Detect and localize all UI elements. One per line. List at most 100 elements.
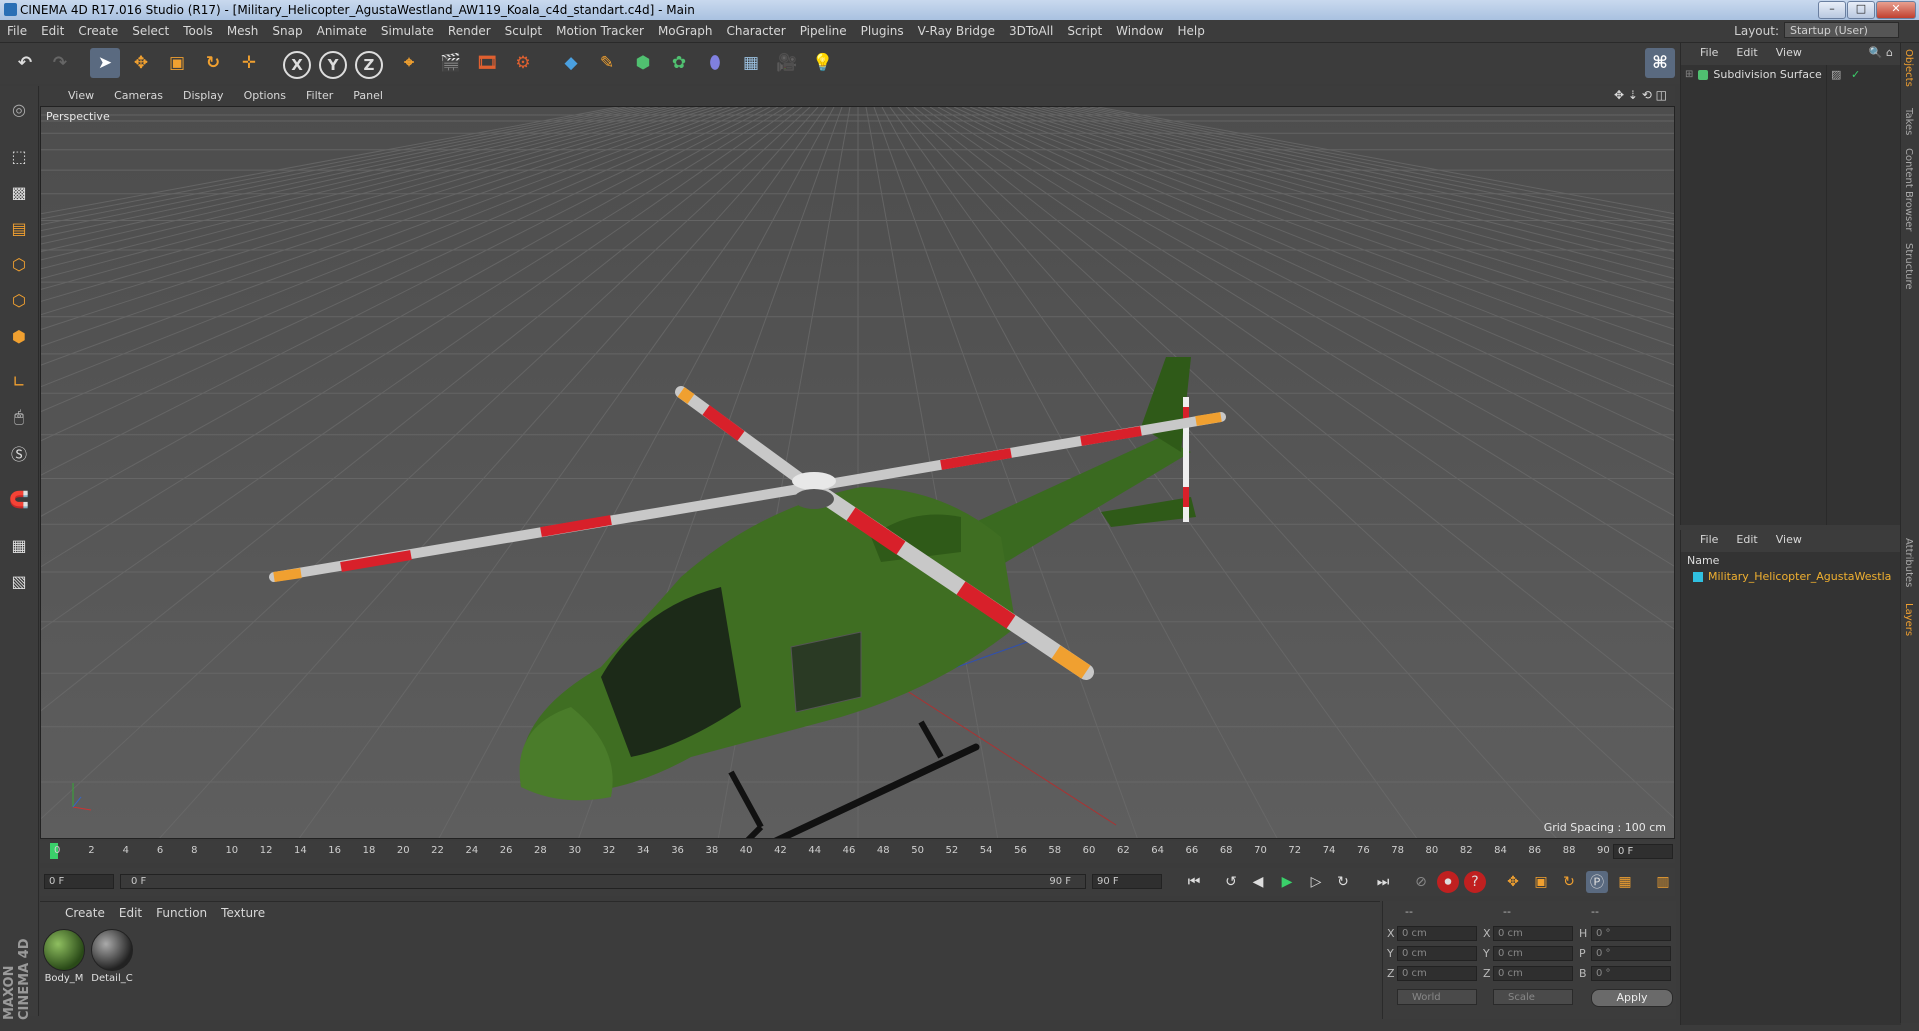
layer-menu-file[interactable]: File xyxy=(1691,530,1727,550)
key-pla-icon[interactable]: ▦ xyxy=(1614,871,1636,893)
undo-icon[interactable]: ↶ xyxy=(10,48,40,78)
menu-plugins[interactable]: Plugins xyxy=(854,20,911,42)
menu-simulate[interactable]: Simulate xyxy=(374,20,441,42)
render-picture-viewer-icon[interactable]: 🎞 xyxy=(472,48,502,78)
previous-frame-icon[interactable]: ◀ xyxy=(1247,871,1269,893)
workplane-mode-icon[interactable]: ▤ xyxy=(4,213,34,243)
layer-menu-view[interactable]: View xyxy=(1767,530,1811,550)
model-mode-icon[interactable]: ⬚ xyxy=(4,141,34,171)
key-scale-icon[interactable]: ▣ xyxy=(1530,871,1552,893)
expand-icon[interactable]: ⊞ xyxy=(1685,69,1693,80)
menu-snap[interactable]: Snap xyxy=(265,20,309,42)
vp-menu-view[interactable]: View xyxy=(58,86,104,106)
deformer-icon[interactable]: ⬮ xyxy=(700,48,730,78)
tab-layers[interactable]: Layers xyxy=(1903,603,1914,636)
enabled-check-icon[interactable]: ✓ xyxy=(1851,68,1860,81)
record-keys-icon[interactable]: ⊘ xyxy=(1410,871,1432,893)
coordinate-system-icon[interactable]: ⌖ xyxy=(394,48,424,78)
cube-primitive-icon[interactable]: ◆ xyxy=(556,48,586,78)
menu-vray-bridge[interactable]: V-Ray Bridge xyxy=(911,20,1002,42)
goto-end-icon[interactable]: ⏭ xyxy=(1372,871,1394,893)
rotation-p-field[interactable]: 0 ° xyxy=(1591,946,1671,961)
menu-3dtoall[interactable]: 3DToAll xyxy=(1002,20,1060,42)
mat-menu-texture[interactable]: Texture xyxy=(214,902,272,924)
tab-attributes[interactable]: Attributes xyxy=(1903,538,1914,587)
menu-script[interactable]: Script xyxy=(1060,20,1109,42)
mat-menu-function[interactable]: Function xyxy=(149,902,214,924)
obj-menu-view[interactable]: View xyxy=(1767,43,1811,63)
points-mode-icon[interactable]: ⬡ xyxy=(4,249,34,279)
visibility-toggle-icon[interactable]: ▨ xyxy=(1831,68,1841,81)
menu-tools[interactable]: Tools xyxy=(176,20,220,42)
select-tool-icon[interactable]: ➤ xyxy=(90,48,120,78)
menu-render[interactable]: Render xyxy=(441,20,498,42)
render-settings-icon[interactable]: ⚙ xyxy=(508,48,538,78)
mat-menu-edit[interactable]: Edit xyxy=(112,902,149,924)
apply-button[interactable]: Apply xyxy=(1591,989,1673,1007)
snap-icon[interactable]: 🧲 xyxy=(4,484,34,514)
obj-menu-file[interactable]: File xyxy=(1691,43,1727,63)
floor-scene-icon[interactable]: ▦ xyxy=(736,48,766,78)
goto-start-icon[interactable]: ⏮ xyxy=(1183,871,1205,893)
object-row[interactable]: ⊞ Subdivision Surface xyxy=(1685,68,1822,81)
menu-sculpt[interactable]: Sculpt xyxy=(498,20,549,42)
previous-key-icon[interactable]: ↺ xyxy=(1220,871,1242,893)
edges-mode-icon[interactable]: ⬡ xyxy=(4,285,34,315)
solo-mode-icon[interactable]: Ⓢ xyxy=(4,438,34,468)
locked-workplane-icon[interactable]: ▧ xyxy=(4,566,34,596)
key-parameter-icon[interactable]: Ⓟ xyxy=(1586,871,1608,893)
make-editable-icon[interactable]: ◎ xyxy=(4,94,34,124)
workplane-lock-icon[interactable]: ▦ xyxy=(4,530,34,560)
axis-mode-icon[interactable]: ∟ xyxy=(4,366,34,396)
transform-tool-icon[interactable]: ✛ xyxy=(234,48,264,78)
y-axis-toggle[interactable]: Y xyxy=(319,51,347,79)
search-icon[interactable]: 🔍 ⌂ xyxy=(1869,46,1893,59)
coord-system-dropdown[interactable]: World xyxy=(1397,989,1477,1005)
menu-file[interactable]: File xyxy=(0,20,34,42)
close-button[interactable]: ✕ xyxy=(1876,1,1916,19)
viewport-3d[interactable]: Perspective Grid Spacing : 100 cm xyxy=(40,106,1675,839)
layer-row[interactable]: Military_Helicopter_AgustaWestla xyxy=(1693,570,1891,583)
rotate-tool-icon[interactable]: ↻ xyxy=(198,48,228,78)
mat-menu-create[interactable]: Create xyxy=(58,902,112,924)
tab-structure[interactable]: Structure xyxy=(1903,243,1914,290)
end-frame-field[interactable]: 90 F xyxy=(1092,874,1162,889)
obj-menu-edit[interactable]: Edit xyxy=(1727,43,1766,63)
start-frame-field[interactable]: 0 F xyxy=(44,874,114,889)
position-y-field[interactable]: 0 cm xyxy=(1397,946,1477,961)
python-icon[interactable]: ⌘ xyxy=(1645,48,1675,78)
menu-motion-tracker[interactable]: Motion Tracker xyxy=(549,20,651,42)
array-generator-icon[interactable]: ✿ xyxy=(664,48,694,78)
size-x-field[interactable]: 0 cm xyxy=(1493,926,1573,941)
keyframe-selection-icon[interactable]: ? xyxy=(1464,871,1486,893)
next-frame-icon[interactable]: ▷ xyxy=(1305,871,1327,893)
size-y-field[interactable]: 0 cm xyxy=(1493,946,1573,961)
vp-menu-options[interactable]: Options xyxy=(234,86,296,106)
x-axis-toggle[interactable]: X xyxy=(283,51,311,79)
timeline-window-icon[interactable]: ▥ xyxy=(1652,871,1674,893)
key-position-icon[interactable]: ✥ xyxy=(1502,871,1524,893)
autokey-icon[interactable]: ⏺ xyxy=(1437,871,1459,893)
position-z-field[interactable]: 0 cm xyxy=(1397,966,1477,981)
spline-pen-icon[interactable]: ✎ xyxy=(592,48,622,78)
menu-mesh[interactable]: Mesh xyxy=(220,20,266,42)
render-view-icon[interactable]: 🎬 xyxy=(436,48,466,78)
subdivision-surface-icon[interactable]: ⬢ xyxy=(628,48,658,78)
tab-content-browser[interactable]: Content Browser xyxy=(1903,148,1914,231)
move-tool-icon[interactable]: ✥ xyxy=(126,48,156,78)
vp-menu-cameras[interactable]: Cameras xyxy=(104,86,173,106)
vp-menu-panel[interactable]: Panel xyxy=(343,86,393,106)
tab-objects[interactable]: Objects xyxy=(1903,49,1914,87)
position-x-field[interactable]: 0 cm xyxy=(1397,926,1477,941)
current-frame-field[interactable]: 0 F xyxy=(1613,844,1673,859)
polygons-mode-icon[interactable]: ⬢ xyxy=(4,321,34,351)
menu-create[interactable]: Create xyxy=(71,20,125,42)
minimize-button[interactable]: – xyxy=(1818,1,1846,19)
layer-menu-edit[interactable]: Edit xyxy=(1727,530,1766,550)
redo-icon[interactable]: ↷ xyxy=(45,48,75,78)
texture-mode-icon[interactable]: ▩ xyxy=(4,177,34,207)
scale-tool-icon[interactable]: ▣ xyxy=(162,48,192,78)
rotation-b-field[interactable]: 0 ° xyxy=(1591,966,1671,981)
menu-help[interactable]: Help xyxy=(1170,20,1211,42)
z-axis-toggle[interactable]: Z xyxy=(355,51,383,79)
